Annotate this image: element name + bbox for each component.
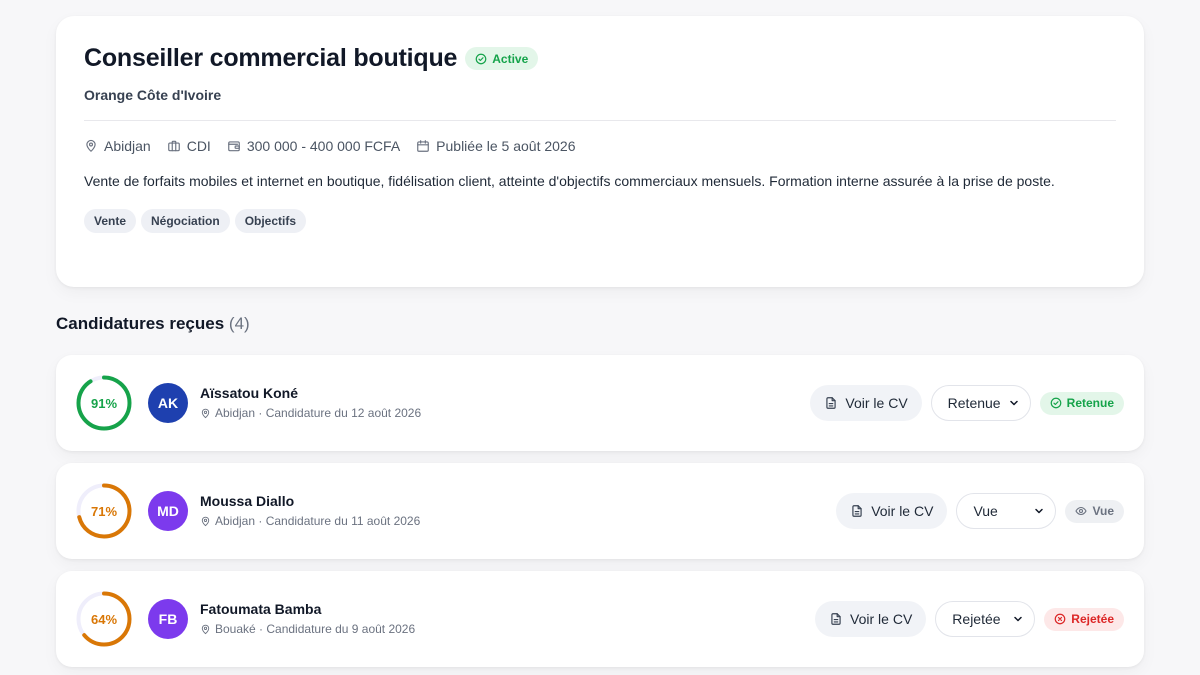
application-actions: Voir le CV Retenue Retenue	[810, 385, 1124, 421]
status-badge: Vue	[1065, 499, 1124, 523]
status-select[interactable]: Rejetée	[935, 601, 1036, 637]
candidate-details-text: Abidjan · Candidature du 12 août 2026	[215, 406, 422, 420]
status-select-value: Retenue	[947, 395, 1001, 411]
view-cv-label: Voir le CV	[845, 395, 908, 411]
job-description: Vente de forfaits mobiles et internet en…	[84, 173, 1055, 189]
eye-icon	[1075, 506, 1087, 516]
chevron-down-icon	[1009, 400, 1018, 406]
application-card: 71% MD Moussa Diallo Abidjan · Candidatu…	[56, 463, 1144, 559]
view-cv-button[interactable]: Voir le CV	[815, 601, 927, 637]
job-card: Conseiller commercial boutique Active Or…	[56, 16, 1144, 287]
job-tag: Objectifs	[234, 209, 307, 233]
map-pin-icon	[201, 624, 210, 634]
job-location-label: Abidjan	[104, 138, 151, 154]
status-select-value: Rejetée	[952, 611, 1001, 627]
view-cv-label: Voir le CV	[850, 611, 913, 627]
job-status-badge: Active	[465, 47, 539, 70]
status-badge: Retenue	[1039, 391, 1124, 415]
application-actions: Voir le CV Vue Vue	[836, 493, 1124, 529]
job-salary: 300 000 - 400 000 FCFA	[227, 138, 400, 154]
job-title: Conseiller commercial boutique	[84, 44, 458, 72]
applications-title: Candidatures reçues	[56, 314, 225, 333]
job-status-label: Active	[492, 51, 529, 66]
document-icon	[826, 397, 837, 409]
candidate-name: Aïssatou Koné	[200, 385, 299, 401]
application-card: 64% FB Fatoumata Bamba Bouaké · Candidat…	[56, 571, 1144, 667]
map-pin-icon	[86, 139, 96, 152]
check-circle-icon	[1050, 397, 1062, 409]
status-badge-label: Retenue	[1066, 396, 1114, 410]
candidate-details: Bouaké · Candidature du 9 août 2026	[200, 622, 415, 636]
wallet-icon	[227, 141, 240, 152]
job-tag: Négociation	[141, 209, 230, 233]
applications-count: (4)	[228, 314, 250, 333]
chevron-down-icon	[1035, 508, 1044, 514]
job-tags: Vente Négociation Objectifs	[84, 209, 1116, 233]
applications-heading: Candidatures reçues (4)	[56, 314, 250, 334]
document-icon	[852, 505, 862, 517]
candidate-details-text: Bouaké · Candidature du 9 août 2026	[215, 622, 416, 636]
view-cv-button[interactable]: Voir le CV	[836, 493, 948, 529]
candidate-details-text: Abidjan · Candidature du 11 août 2026	[215, 514, 421, 528]
candidate-name: Moussa Diallo	[200, 493, 295, 509]
application-actions: Voir le CV Rejetée Rejetée	[815, 601, 1124, 637]
map-pin-icon	[201, 408, 210, 418]
job-tag: Vente	[84, 209, 137, 233]
avatar: FB	[148, 599, 188, 639]
match-score-label: 71%	[90, 503, 118, 519]
divider	[84, 120, 1116, 121]
match-score-label: 64%	[90, 611, 118, 627]
job-salary-label: 300 000 - 400 000 FCFA	[246, 138, 401, 154]
status-select-value: Vue	[973, 503, 998, 519]
chevron-down-icon	[1014, 616, 1023, 622]
briefcase-icon	[167, 140, 180, 152]
job-location: Abidjan	[84, 138, 151, 154]
view-cv-button[interactable]: Voir le CV	[810, 385, 922, 421]
job-meta: Abidjan CDI 300 000 - 400 000 FCFA Publi…	[84, 138, 1116, 154]
job-contract: CDI	[167, 138, 211, 154]
map-pin-icon	[201, 516, 210, 526]
company-name: Orange Côte d'Ivoire	[84, 87, 222, 103]
job-title-row: Conseiller commercial boutique Active	[84, 44, 1116, 73]
status-badge-label: Vue	[1092, 504, 1114, 518]
status-select[interactable]: Retenue	[930, 385, 1031, 421]
job-published-label: Publiée le 5 août 2026	[436, 138, 576, 154]
candidate-details: Abidjan · Candidature du 12 août 2026	[200, 406, 421, 420]
status-badge: Rejetée	[1044, 607, 1124, 631]
check-circle-icon	[475, 53, 487, 64]
view-cv-label: Voir le CV	[871, 503, 934, 519]
job-published-date: Publiée le 5 août 2026	[416, 138, 576, 154]
document-icon	[831, 613, 841, 625]
job-contract-label: CDI	[186, 138, 211, 154]
status-select[interactable]: Vue	[956, 493, 1057, 529]
status-badge-label: Rejetée	[1071, 612, 1114, 626]
candidate-details: Abidjan · Candidature du 11 août 2026	[200, 514, 420, 528]
x-circle-icon	[1054, 613, 1066, 625]
candidate-name: Fatoumata Bamba	[200, 601, 322, 617]
avatar: AK	[148, 383, 188, 423]
avatar: MD	[148, 491, 188, 531]
match-score-label: 91%	[90, 395, 118, 411]
application-card: 91% AK Aïssatou Koné Abidjan · Candidatu…	[56, 355, 1144, 451]
calendar-icon	[417, 140, 429, 152]
